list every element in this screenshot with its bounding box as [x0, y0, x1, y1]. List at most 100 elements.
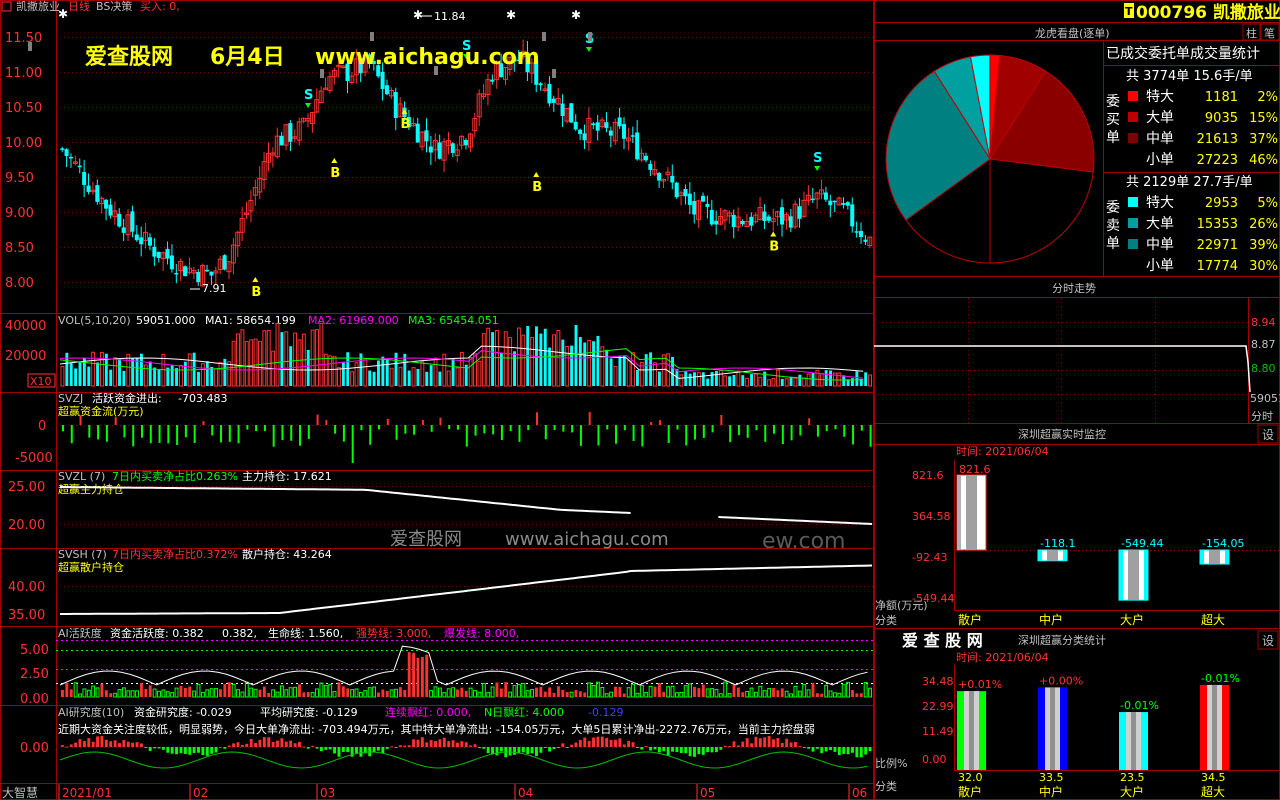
candle-body: [762, 211, 767, 221]
stat-count: 9035: [1205, 111, 1238, 126]
volume-bar: [657, 371, 661, 386]
menu-box-icon[interactable]: [1, 1, 12, 12]
volume-bar: [170, 364, 174, 386]
volume-bar: [389, 367, 394, 387]
legend-swatch: [1128, 91, 1138, 101]
research-bar: [227, 745, 231, 747]
vol-ma2: MA2: 61969.000: [308, 314, 399, 327]
activity-bar: [736, 687, 740, 697]
candle-body: [152, 246, 157, 257]
candle-body: [701, 195, 706, 202]
activity-bar: [196, 683, 201, 698]
activity-bar: [662, 691, 666, 697]
t-badge-text: T: [1125, 5, 1133, 18]
flow-bar: [764, 425, 767, 442]
activity-bar: [442, 692, 447, 698]
research-bar: [284, 741, 288, 747]
intraday-vol: 59051: [1250, 392, 1280, 405]
flow-bar: [105, 425, 108, 442]
research-bar: [385, 747, 389, 749]
flow-bar: [404, 425, 407, 434]
flow-bar: [694, 425, 697, 440]
activity-bar: [69, 689, 73, 697]
activity-bar: [490, 686, 495, 698]
stat-label: 小单: [1146, 152, 1174, 168]
activity-bar: [183, 687, 187, 697]
volume-bar: [570, 345, 574, 386]
volume-bar: [605, 349, 609, 386]
legend-swatch: [1127, 259, 1139, 271]
volume-bar: [293, 332, 298, 387]
classify-cat: 超大: [1201, 784, 1225, 799]
ai-tick: 2.50: [20, 667, 49, 682]
research-bar: [868, 747, 872, 752]
activity-bar: [548, 687, 552, 697]
research-bar: [126, 741, 130, 747]
classify-bar-shade: [969, 691, 974, 770]
volume-bar: [468, 357, 473, 387]
classify-bar-shade: [1212, 684, 1217, 770]
monitor-title: 深圳超赢实时监控: [1018, 427, 1106, 441]
flow-bar: [808, 418, 811, 425]
volume-bar: [741, 375, 745, 386]
price-tick: 10.00: [5, 136, 42, 151]
flow-bar: [132, 425, 135, 447]
research-bar: [846, 747, 850, 755]
flow-bar: [729, 425, 732, 443]
sell-arrow-icon: [814, 166, 821, 171]
month-label: 03: [320, 786, 335, 800]
volume-bar: [227, 361, 232, 387]
research-bar: [675, 747, 679, 752]
research-bar: [754, 736, 758, 747]
research-bar: [166, 747, 170, 753]
research-bar: [807, 747, 811, 749]
research-bar: [113, 740, 117, 747]
stat-pct: 46%: [1249, 153, 1278, 168]
price-tick: 10.50: [5, 101, 42, 116]
activity-bar: [200, 691, 205, 698]
research-bar: [91, 741, 95, 747]
candle-body: [64, 149, 69, 156]
volume-bar: [649, 352, 653, 386]
volume-bar: [578, 337, 582, 386]
flow-bar: [430, 425, 433, 432]
buy-side-char: 买: [1106, 112, 1120, 128]
flow-bar: [571, 425, 574, 433]
activity-bar: [578, 691, 582, 697]
volume-bar: [231, 340, 236, 387]
activity-bar: [354, 688, 359, 698]
monitor-bar-value: -118.1: [1040, 537, 1075, 550]
vol-tick: 40000: [5, 319, 46, 334]
volume-bar: [728, 376, 732, 386]
star-marker: ✱: [413, 8, 423, 22]
flow-bar: [386, 418, 389, 425]
activity-bar: [275, 691, 280, 698]
volume-bar: [153, 367, 157, 386]
research-bar: [767, 735, 771, 747]
research-bar: [289, 740, 293, 747]
research-bar: [240, 745, 244, 747]
activity-bar: [749, 687, 754, 698]
activity-bar: [780, 688, 784, 697]
candle-body: [130, 211, 135, 232]
research-bar: [306, 747, 310, 749]
gray-marker: [320, 69, 324, 78]
volume-bar: [600, 346, 605, 387]
volume-bar: [157, 369, 161, 386]
volume-bar: [407, 370, 411, 386]
price-tick: 9.00: [5, 206, 34, 221]
candle-body: [393, 92, 398, 119]
sell-arrow-icon: [585, 47, 592, 52]
chart-period[interactable]: 日线: [68, 0, 90, 13]
flow-bar: [193, 425, 196, 443]
flow-bar: [860, 425, 863, 431]
price-tick: 11.50: [5, 31, 42, 46]
volume-bar: [684, 371, 688, 386]
candle-body: [854, 231, 859, 233]
activity-bar: [315, 688, 319, 698]
candle-body: [845, 202, 850, 206]
legend-swatch: [1128, 218, 1138, 228]
flow-bar: [70, 425, 73, 444]
volume-bar: [354, 362, 359, 387]
research-bar: [311, 745, 315, 747]
